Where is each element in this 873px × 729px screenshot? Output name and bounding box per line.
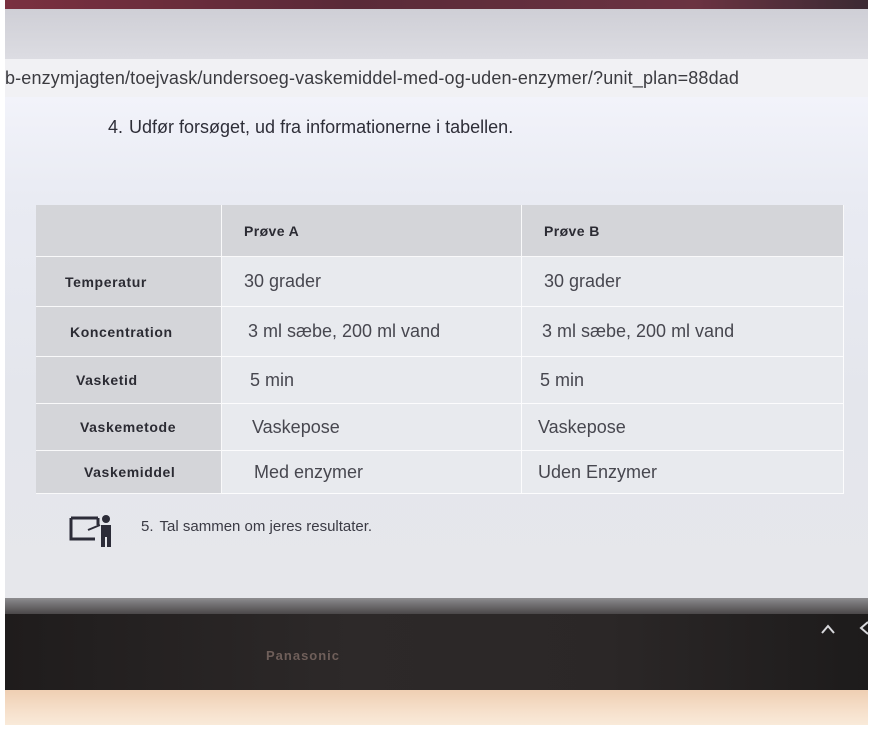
cell-temperature-a: 30 grader (222, 257, 522, 307)
step-5-number: 5. (141, 518, 154, 535)
table-header-sample-b: Prøve B (522, 205, 844, 257)
cell-concentration-b: 3 ml sæbe, 200 ml vand (522, 307, 844, 357)
cell-detergent-b: Uden Enzymer (522, 451, 844, 494)
page-content: 4. Udfør forsøget, ud fra informationerne… (5, 97, 868, 598)
chevron-left-icon[interactable] (858, 620, 870, 636)
step-5-text: Tal sammen om jeres resultater. (159, 518, 373, 535)
step-4-number: 4. (108, 117, 124, 137)
row-label-detergent: Vaskemiddel (36, 451, 222, 494)
screen-bezel-edge (5, 598, 868, 614)
cell-wash-time-b: 5 min (522, 357, 844, 404)
laptop-body (5, 690, 868, 725)
browser-toolbar (5, 9, 868, 59)
window-top-edge (5, 0, 868, 9)
row-label-concentration: Koncentration (36, 307, 222, 357)
cell-temperature-b: 30 grader (522, 257, 844, 307)
row-label-wash-time: Vasketid (36, 357, 222, 404)
brand-logo: Panasonic (266, 648, 341, 663)
row-label-wash-method: Vaskemetode (36, 404, 222, 451)
experiment-table: Prøve A Prøve B Temperatur 30 grader 30 … (36, 205, 844, 494)
presentation-board-icon (68, 513, 122, 547)
step-5: 5. Tal sammen om jeres resultater. (141, 518, 372, 535)
step-4-text: Udfør forsøget, ud fra informationerne i… (129, 117, 514, 137)
table-header-sample-a: Prøve A (222, 205, 522, 257)
screen-bezel (5, 614, 868, 690)
cell-concentration-a: 3 ml sæbe, 200 ml vand (222, 307, 522, 357)
cell-wash-method-b: Vaskepose (522, 404, 844, 451)
row-label-temperature: Temperatur (36, 257, 222, 307)
address-bar[interactable]: b-enzymjagten/toejvask/undersoeg-vaskemi… (5, 59, 868, 98)
chevron-up-icon[interactable] (820, 622, 836, 634)
cell-wash-time-a: 5 min (222, 357, 522, 404)
cell-detergent-a: Med enzymer (222, 451, 522, 494)
table-header-empty (36, 205, 222, 257)
address-bar-url[interactable]: b-enzymjagten/toejvask/undersoeg-vaskemi… (5, 68, 739, 89)
step-4: 4. Udfør forsøget, ud fra informationerne… (108, 117, 513, 138)
photo-frame: b-enzymjagten/toejvask/undersoeg-vaskemi… (0, 0, 873, 729)
cell-wash-method-a: Vaskepose (222, 404, 522, 451)
